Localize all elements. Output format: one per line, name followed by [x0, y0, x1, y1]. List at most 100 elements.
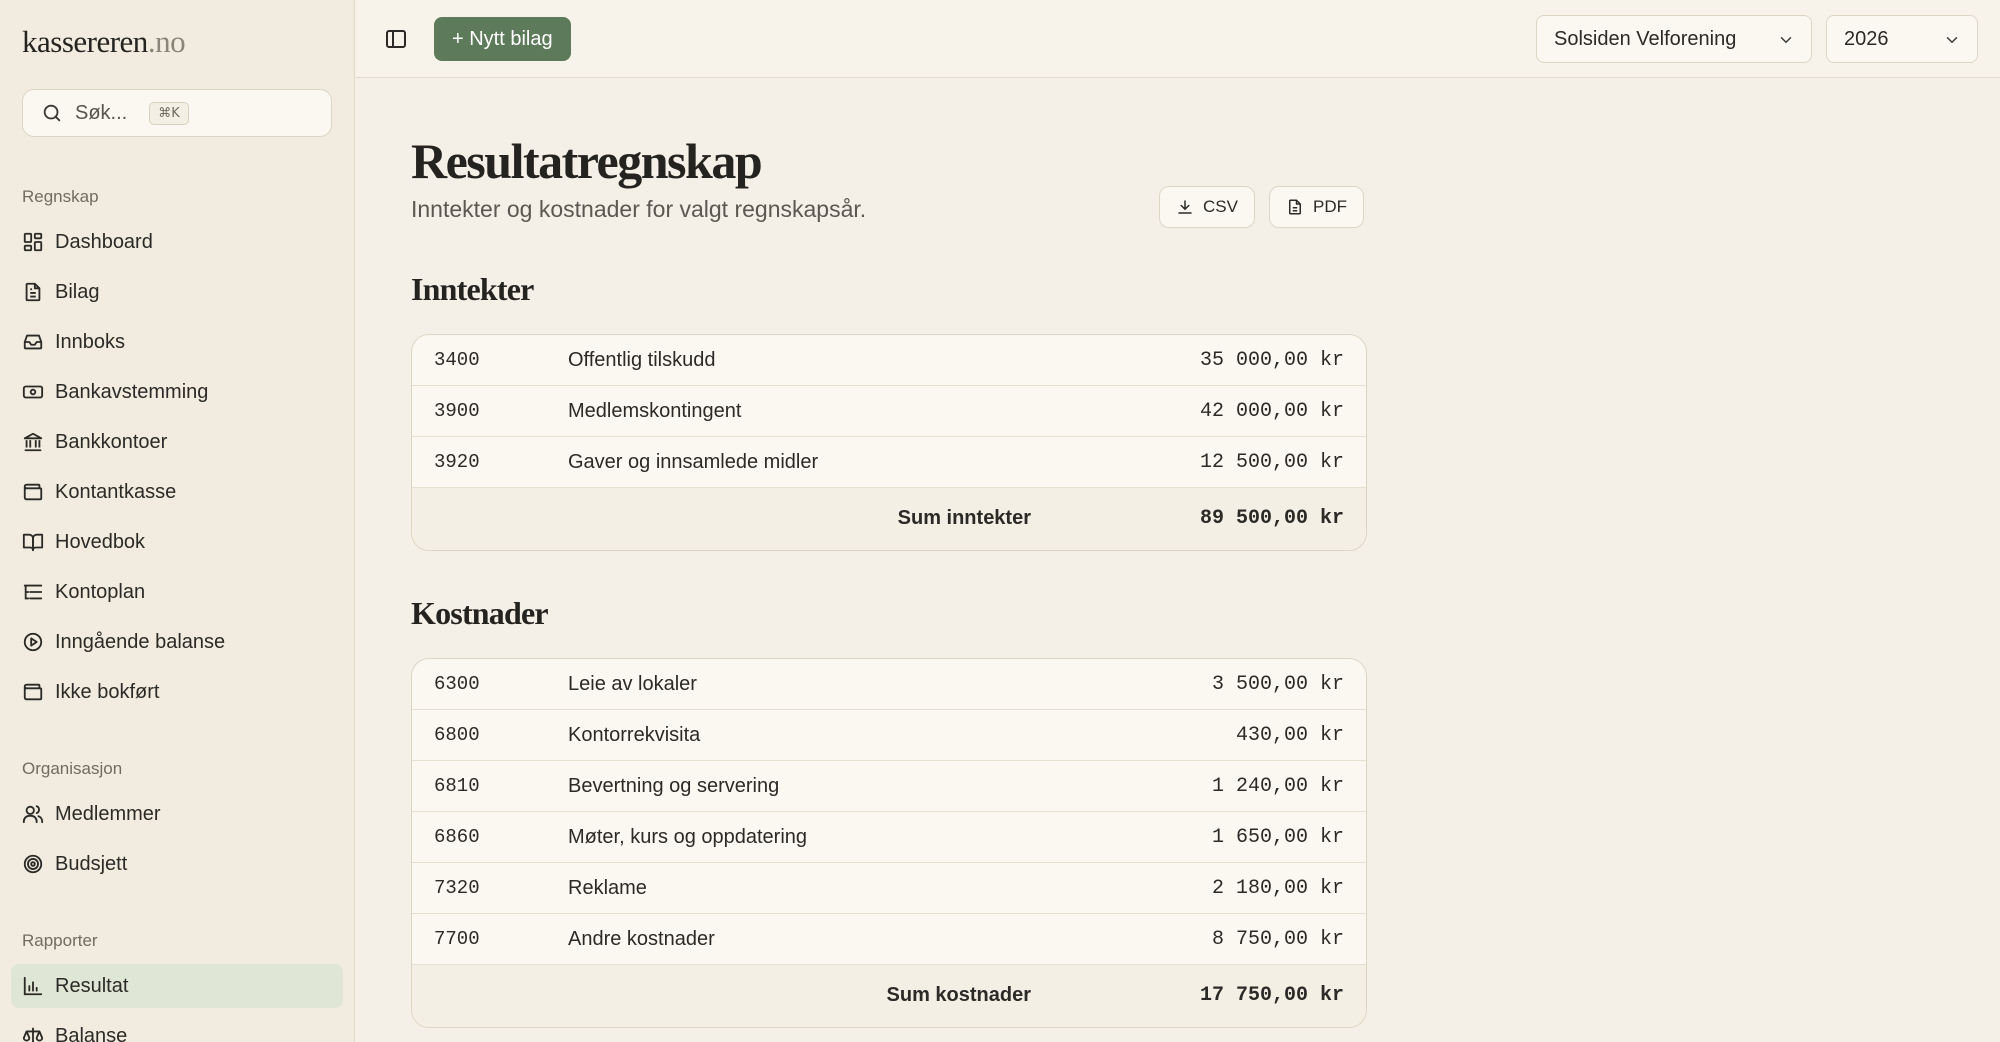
- sidebar-item-medlemmer[interactable]: Medlemmer: [11, 792, 343, 836]
- account-name: Medlemskontingent: [568, 399, 742, 422]
- sidebar-item-label: Bankavstemming: [55, 380, 209, 403]
- costs-sum-amount: 17 750,00 kr: [1199, 984, 1344, 1007]
- section-label-regnskap: Regnskap: [22, 187, 99, 206]
- costs-table: 6300 Leie av lokaler 3 500,00 kr 6800 Ko…: [411, 658, 1367, 1028]
- table-row[interactable]: 3900 Medlemskontingent 42 000,00 kr: [412, 386, 1366, 437]
- sidebar-item-label: Budsjett: [55, 852, 128, 875]
- table-row[interactable]: 6300 Leie av lokaler 3 500,00 kr: [412, 659, 1366, 710]
- bar-chart-icon: [23, 976, 43, 996]
- table-row[interactable]: 3400 Offentlig tilskudd 35 000,00 kr: [412, 335, 1366, 386]
- sidebar-item-label: Medlemmer: [55, 802, 161, 825]
- table-row[interactable]: 3920 Gaver og innsamlede midler 12 500,0…: [412, 437, 1366, 488]
- costs-sum-row: Sum kostnader 17 750,00 kr: [412, 965, 1366, 1027]
- income-heading: Inntekter: [411, 271, 534, 307]
- income-sum-label: Sum inntekter: [897, 507, 1031, 529]
- sidebar-item-bilag[interactable]: Bilag: [11, 270, 343, 314]
- book-icon: [22, 533, 44, 552]
- search-shortcut: ⌘K: [149, 101, 189, 125]
- table-row[interactable]: 6800 Kontorrekvisita 430,00 kr: [412, 710, 1366, 761]
- table-row[interactable]: 6860 Møter, kurs og oppdatering 1 650,00…: [412, 812, 1366, 863]
- costs-heading: Kostnader: [411, 595, 549, 631]
- sidebar-item-inngaende-balanse[interactable]: Inngående balanse: [11, 620, 343, 664]
- logo[interactable]: kassereren.no: [22, 24, 186, 60]
- income-sum-amount: 89 500,00 kr: [1199, 507, 1344, 530]
- income-sum-row: Sum inntekter 89 500,00 kr: [412, 488, 1366, 550]
- organization-select[interactable]: Solsiden Velforening: [1536, 15, 1812, 63]
- sidebar-item-resultat[interactable]: Resultat: [11, 964, 343, 1008]
- account-amount: 1 650,00 kr: [1211, 825, 1344, 849]
- table-row[interactable]: 7320 Reklame 2 180,00 kr: [412, 863, 1366, 914]
- search-icon: [43, 104, 61, 122]
- account-name: Møter, kurs og oppdatering: [568, 825, 808, 848]
- file-text-icon: [1289, 199, 1301, 215]
- sidebar-item-innboks[interactable]: Innboks: [11, 320, 343, 364]
- account-name: Andre kostnader: [568, 927, 715, 950]
- table-row[interactable]: 7700 Andre kostnader 8 750,00 kr: [412, 914, 1366, 965]
- account-code: 3900: [434, 400, 480, 422]
- sidebar-item-label: Innboks: [55, 330, 126, 353]
- list-tree-icon: [23, 584, 43, 600]
- sidebar-item-kontoplan[interactable]: Kontoplan: [11, 570, 343, 614]
- banknote-icon: [22, 385, 44, 399]
- account-code: 6800: [434, 724, 480, 746]
- sidebar-item-label: Bankkontoer: [55, 430, 168, 453]
- wallet-icon: [23, 483, 43, 501]
- chevron-down-icon: [1780, 37, 1792, 44]
- table-row[interactable]: 6810 Bevertning og servering 1 240,00 kr: [412, 761, 1366, 812]
- export-csv-button[interactable]: CSV: [1159, 186, 1255, 228]
- account-code: 3920: [434, 451, 480, 473]
- sidebar-toggle-icon[interactable]: [384, 27, 408, 51]
- sidebar-item-bankkontoer[interactable]: Bankkontoer: [11, 420, 343, 464]
- new-voucher-button[interactable]: + Nytt bilag: [434, 17, 571, 61]
- account-amount: 42 000,00 kr: [1199, 399, 1344, 423]
- sidebar-item-bankavstemming[interactable]: Bankavstemming: [11, 370, 343, 414]
- sidebar: kassereren.no Søk... ⌘K Regnskap Dashboa…: [0, 0, 355, 1042]
- sidebar-item-label: Ikke bokført: [55, 680, 160, 703]
- account-amount: 2 180,00 kr: [1211, 876, 1344, 900]
- account-amount: 1 240,00 kr: [1211, 774, 1344, 798]
- account-amount: 35 000,00 kr: [1199, 348, 1344, 372]
- account-amount: 8 750,00 kr: [1211, 927, 1344, 951]
- account-name: Offentlig tilskudd: [568, 348, 716, 371]
- dashboard-icon: [23, 232, 43, 252]
- account-amount: 12 500,00 kr: [1199, 450, 1344, 474]
- download-icon: [1178, 200, 1192, 214]
- account-name: Gaver og innsamlede midler: [568, 450, 819, 473]
- sidebar-item-label: Kontoplan: [55, 580, 146, 603]
- sidebar-item-label: Inngående balanse: [55, 630, 226, 653]
- search-input[interactable]: Søk... ⌘K: [22, 89, 332, 137]
- sidebar-item-label: Resultat: [55, 974, 129, 997]
- sidebar-item-hovedbok[interactable]: Hovedbok: [11, 520, 343, 564]
- export-csv-label: CSV: [1203, 197, 1238, 216]
- sidebar-item-ikke-bokfort[interactable]: Ikke bokført: [11, 670, 343, 714]
- sidebar-item-balanse[interactable]: Balanse: [11, 1014, 343, 1042]
- logo-tld: .no: [147, 24, 186, 59]
- account-code: 7320: [434, 877, 480, 899]
- sidebar-item-label: Dashboard: [55, 230, 153, 253]
- sidebar-item-label: Kontantkasse: [55, 480, 177, 503]
- account-code: 3400: [434, 349, 480, 371]
- sidebar-item-kontantkasse[interactable]: Kontantkasse: [11, 470, 343, 514]
- income-table: 3400 Offentlig tilskudd 35 000,00 kr 390…: [411, 334, 1367, 551]
- account-amount: 3 500,00 kr: [1211, 672, 1344, 696]
- sidebar-item-budsjett[interactable]: Budsjett: [11, 842, 343, 886]
- section-label-rapporter: Rapporter: [22, 931, 98, 950]
- account-code: 6300: [434, 673, 480, 695]
- target-icon: [23, 854, 43, 874]
- sidebar-item-dashboard[interactable]: Dashboard: [11, 220, 343, 264]
- page-title: Resultatregnskap: [411, 133, 763, 189]
- account-code: 7700: [434, 928, 480, 950]
- costs-sum-label: Sum kostnader: [886, 984, 1031, 1006]
- export-pdf-button[interactable]: PDF: [1269, 186, 1364, 228]
- account-amount: 430,00 kr: [1235, 723, 1344, 747]
- scale-icon: [22, 1027, 44, 1042]
- logo-name: kassereren: [22, 24, 148, 59]
- page-subtitle: Inntekter og kostnader for valgt regnska…: [411, 196, 867, 222]
- sidebar-item-label: Bilag: [55, 280, 100, 303]
- year-select[interactable]: 2026: [1826, 15, 1978, 63]
- search-placeholder: Søk...: [75, 101, 128, 124]
- wallet-icon: [23, 683, 43, 701]
- section-label-organisasjon: Organisasjon: [22, 759, 123, 778]
- account-code: 6860: [434, 826, 480, 848]
- sidebar-item-label: Balanse: [55, 1024, 128, 1042]
